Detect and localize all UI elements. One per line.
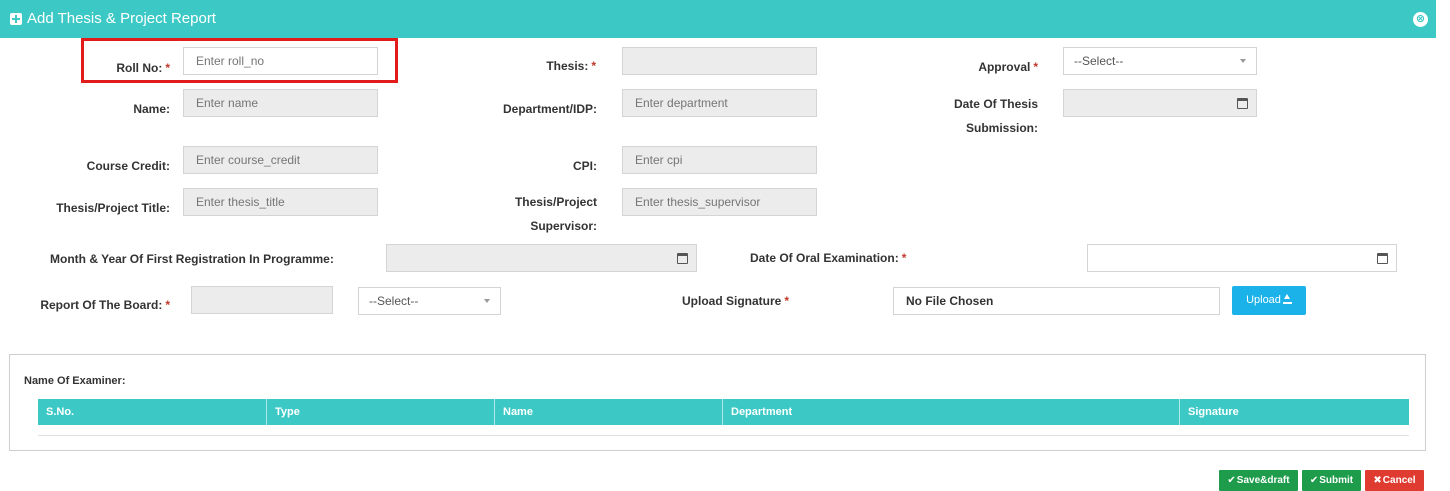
approval-select-value: --Select-- [1074,54,1124,68]
chevron-down-icon [1240,59,1246,63]
name-input[interactable] [183,89,378,117]
modal-title: Add Thesis & Project Report [27,10,216,27]
upload-signature-label: Upload Signature * [682,294,790,308]
report-of-board-input[interactable] [191,286,333,314]
cpi-input[interactable] [622,146,817,174]
department-input[interactable] [622,89,817,117]
column-header: Type [267,399,495,425]
name-label: Name: [133,102,170,116]
chevron-down-icon [484,299,490,303]
close-icon[interactable]: ⊗ [1413,12,1428,27]
cancel-label: Cancel [1382,475,1416,486]
save-draft-button[interactable]: ✔Save&draft [1219,470,1298,491]
file-chosen-field[interactable]: No File Chosen [893,287,1220,315]
first-registration-label: Month & Year Of First Registration In Pr… [50,252,334,266]
submit-button[interactable]: ✔Submit [1302,470,1361,491]
modal-header: Add Thesis & Project Report ⊗ [0,0,1436,38]
course-credit-label: Course Credit: [86,159,170,173]
first-registration-input[interactable] [386,244,697,272]
column-header: S.No. [38,399,267,425]
approval-label: Approval * [978,60,1038,74]
examiner-panel-title: Name Of Examiner: [24,375,126,387]
cancel-icon: ✖ [1373,475,1382,486]
check-icon: ✔ [1309,475,1319,486]
thesis-title-input[interactable] [183,188,378,216]
thesis-label: Thesis: * [546,59,596,73]
report-of-board-select[interactable]: --Select-- [358,287,501,315]
highlight-box [81,38,398,83]
column-header: Department [723,399,1180,425]
cancel-button[interactable]: ✖Cancel [1365,470,1424,491]
date-of-submission-label: Date Of Thesis Submission: [953,97,1038,135]
upload-button[interactable]: Upload [1232,286,1306,315]
examiner-table-header: S.No. Type Name Department Signature [38,399,1409,425]
column-header: Name [495,399,723,425]
report-of-board-select-value: --Select-- [369,294,419,308]
calendar-icon[interactable] [1237,98,1248,109]
calendar-icon[interactable] [677,253,688,264]
date-of-submission-input[interactable] [1063,89,1257,117]
upload-button-label: Upload [1246,294,1281,306]
approval-select[interactable]: --Select-- [1063,47,1257,75]
calendar-icon[interactable] [1377,253,1388,264]
table-divider [38,435,1409,436]
submit-label: Submit [1319,475,1354,486]
thesis-title-label: Thesis/Project Title: [56,201,170,215]
plus-square-icon [10,13,22,25]
course-credit-input[interactable] [183,146,378,174]
department-label: Department/IDP: [502,102,597,116]
thesis-supervisor-input[interactable] [622,188,817,216]
thesis-supervisor-label: Thesis/Project Supervisor: [514,195,597,233]
column-header: Signature [1188,406,1239,418]
thesis-input[interactable] [622,47,817,75]
examiner-panel: Name Of Examiner: S.No. Type Name Depart… [9,354,1426,451]
report-of-board-label: Report Of The Board: * [40,298,170,312]
oral-examination-label: Date Of Oral Examination: * [750,251,907,265]
save-draft-label: Save&draft [1236,475,1290,486]
check-icon: ✔ [1227,475,1236,486]
cpi-label: CPI: [573,159,597,173]
oral-examination-input[interactable] [1087,244,1397,272]
upload-icon [1282,294,1292,304]
